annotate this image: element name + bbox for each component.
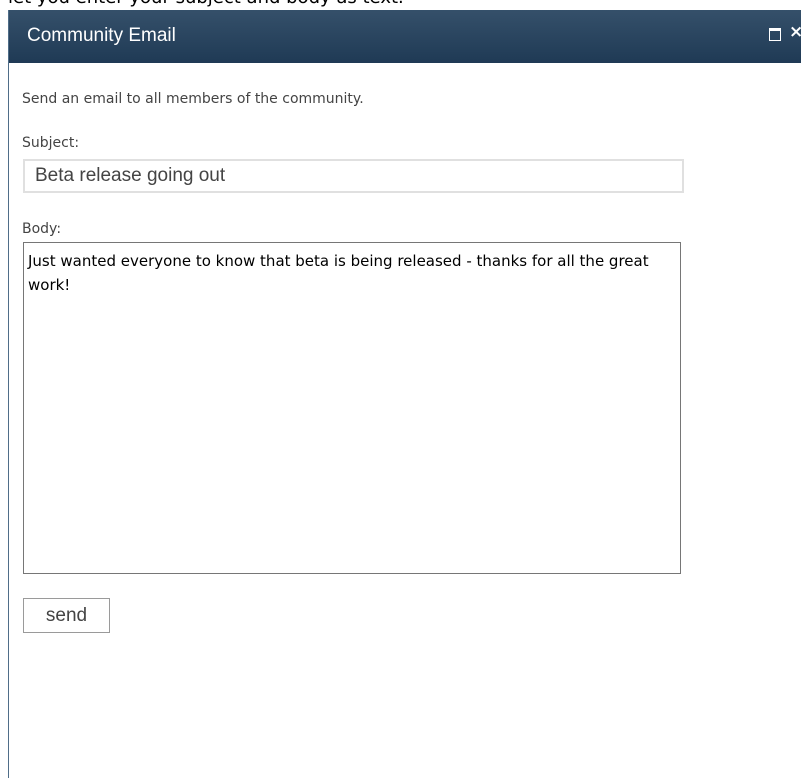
dialog-title-bar: Community Email × bbox=[9, 10, 801, 63]
close-icon[interactable]: × bbox=[789, 21, 801, 43]
cropped-page-text-strip: let you enter your subject and body as t… bbox=[0, 0, 801, 10]
send-button[interactable]: send bbox=[23, 598, 110, 633]
community-email-dialog: Community Email × Send an email to all m… bbox=[8, 10, 801, 778]
cropped-page-text: let you enter your subject and body as t… bbox=[8, 0, 404, 9]
page: let you enter your subject and body as t… bbox=[0, 0, 801, 778]
body-textarea[interactable]: Just wanted everyone to know that beta i… bbox=[23, 242, 681, 574]
subject-label: Subject: bbox=[22, 135, 80, 151]
dialog-title: Community Email bbox=[27, 25, 176, 46]
subject-input[interactable] bbox=[23, 159, 684, 193]
dialog-description: Send an email to all members of the comm… bbox=[22, 91, 364, 107]
body-label: Body: bbox=[22, 221, 62, 237]
maximize-icon[interactable] bbox=[769, 28, 781, 41]
